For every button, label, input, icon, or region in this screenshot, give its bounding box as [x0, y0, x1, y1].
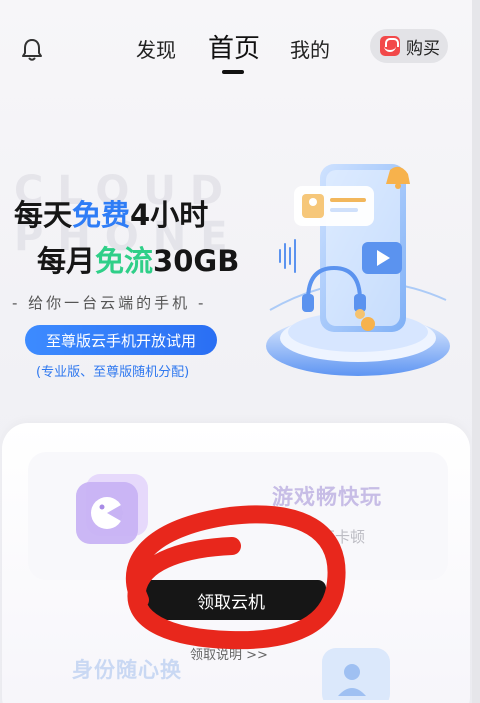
- tab-discover[interactable]: 发现: [136, 34, 176, 63]
- feature-game-title: 游戏畅快玩: [272, 485, 382, 509]
- hero-subtitle: - 给你一台云端的手机 -: [12, 294, 207, 312]
- buy-label: 购买: [406, 38, 440, 59]
- promo-note: (专业版、至尊版随机分配): [36, 365, 190, 380]
- cloud-phone-illustration: [266, 164, 450, 376]
- hero-headline-2: 每月免流30GB: [37, 244, 240, 278]
- screen-edge: [472, 0, 480, 703]
- home-screen: 发现 首页 我的 购买 CLOUD PHONE 每天免费4小时 每月免流30GB…: [0, 0, 472, 703]
- hero-headline-1: 每天免费4小时: [14, 198, 209, 232]
- feature-identity-title: 身份随心换: [72, 658, 182, 682]
- tab-home[interactable]: 首页: [208, 28, 260, 65]
- shopping-bag-icon: [380, 36, 400, 56]
- promo-trial-badge[interactable]: 至尊版云手机开放试用: [25, 325, 217, 355]
- feature-game-subtitle: 不卡顿: [320, 528, 366, 546]
- user-profile-icon: [322, 648, 390, 700]
- bell-icon[interactable]: [18, 36, 46, 64]
- claim-cloud-phone-button[interactable]: 领取云机: [136, 580, 326, 620]
- active-tab-indicator: [222, 70, 244, 74]
- tab-mine[interactable]: 我的: [290, 34, 330, 63]
- claim-rules-link[interactable]: 领取说明 >>: [190, 644, 268, 663]
- buy-button[interactable]: 购买: [370, 29, 448, 63]
- top-navigation-bar: 发现 首页 我的 购买: [0, 0, 472, 90]
- game-controller-icon: [76, 474, 148, 544]
